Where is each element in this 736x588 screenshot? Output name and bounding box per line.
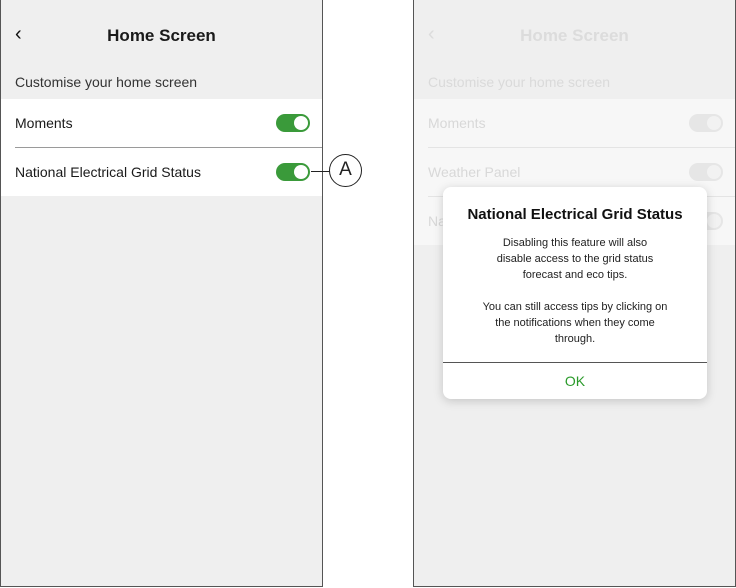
dialog-spacer	[463, 283, 687, 299]
list-item-grid-status: National Electrical Grid Status	[1, 148, 322, 196]
toggle-knob	[707, 214, 721, 228]
dialog-message-line: You can still access tips by clicking on	[482, 301, 668, 313]
page-title: Home Screen	[520, 26, 629, 45]
toggle-knob	[707, 165, 721, 179]
list-item-label: National Electrical Grid Status	[15, 164, 201, 180]
dialog-message-line: forecast and eco tips.	[522, 269, 628, 281]
callout-marker: A	[329, 154, 362, 187]
dialog-message-line: disable access to the grid status	[496, 253, 654, 265]
header: ‹ Home Screen	[1, 0, 322, 70]
page-title: Home Screen	[107, 26, 216, 45]
toggle-knob	[707, 116, 721, 130]
section-subtitle: Customise your home screen	[15, 74, 198, 90]
dialog-message-line: Disabling this feature will also	[502, 237, 648, 249]
list-item-label: Moments	[428, 115, 486, 131]
list-item-label: Weather Panel	[428, 164, 521, 180]
toggle-knob	[294, 116, 308, 130]
header: ‹ Home Screen	[414, 0, 735, 70]
dialog-message-line: through.	[554, 333, 596, 345]
toggle-knob	[294, 165, 308, 179]
grid-status-toggle[interactable]	[276, 163, 310, 181]
settings-list: Moments National Electrical Grid Status	[1, 99, 322, 196]
list-item-moments: Moments	[414, 99, 735, 147]
callout-line	[311, 171, 330, 172]
dialog-message-line: the notifications when they come	[495, 317, 655, 329]
home-screen-settings: ‹ Home Screen Customise your home screen…	[0, 0, 323, 587]
list-item-moments: Moments	[1, 99, 322, 147]
dialog-title: National Electrical Grid Status	[467, 206, 683, 223]
dialog-message: Disabling this feature will also disable…	[463, 235, 687, 347]
section-subtitle: Customise your home screen	[428, 74, 611, 90]
list-item-label: Moments	[15, 115, 73, 131]
moments-toggle[interactable]	[276, 114, 310, 132]
confirmation-dialog: National Electrical Grid Status Disablin…	[443, 187, 707, 399]
ok-button[interactable]: OK	[443, 363, 707, 399]
weather-panel-toggle	[689, 163, 723, 181]
moments-toggle	[689, 114, 723, 132]
